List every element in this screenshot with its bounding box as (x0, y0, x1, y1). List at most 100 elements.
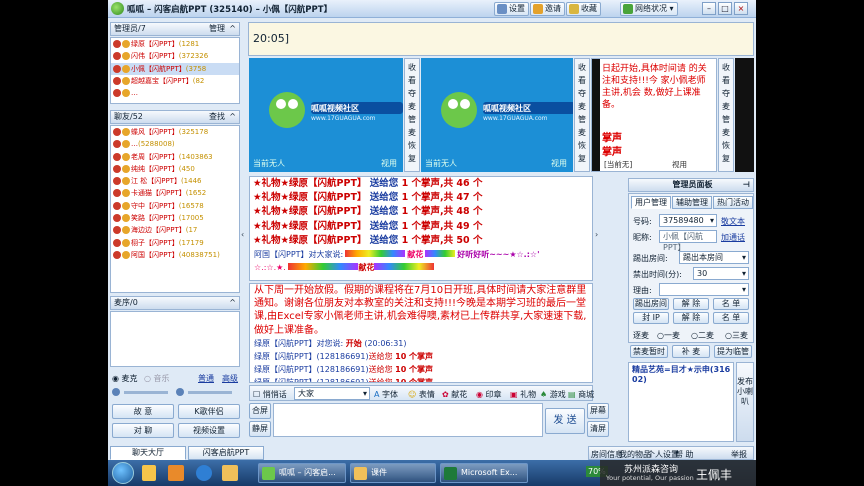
send-button[interactable]: 发 送 (545, 408, 585, 434)
video-settings-button[interactable]: 视频设置 (178, 423, 240, 438)
message-input[interactable] (273, 403, 543, 437)
user-row[interactable]: …(5288008) (111, 138, 239, 150)
user-row[interactable]: 超越嘉宝【闪PPT】(82 (111, 75, 239, 87)
promote-button[interactable]: 提为临管 (714, 345, 752, 358)
karaoke-button[interactable]: K歌伴侣 (178, 404, 240, 419)
minimize-button[interactable]: – (702, 2, 716, 15)
video-side-controls-2[interactable]: 收看夺麦管麦恢复 (574, 58, 590, 172)
user-row[interactable]: 栩子【闪PPT】(17179 (111, 237, 239, 249)
whisper-checkbox[interactable]: ☐ 悄悄话 (253, 389, 287, 400)
video-side-controls-3[interactable]: 收看夺麦管麦恢复 (718, 58, 734, 172)
ad-title[interactable]: 精品艺苑=目才★示申(316 02) (632, 365, 732, 385)
screen-button[interactable]: 屏幕 (587, 403, 609, 419)
mall-button[interactable]: ▤ 商城 (568, 389, 594, 400)
user-row[interactable]: 江 松【闪PPT】(1446 (111, 175, 239, 187)
folder-icon[interactable] (222, 465, 238, 481)
ppt-view[interactable]: 日起开始,具体时间请 的关注和支持!!!今 家小佩老师主讲,机会 数,做好上课准… (591, 58, 717, 172)
ppt-use-button[interactable]: 视用 (672, 159, 687, 170)
video-slot-2[interactable]: 呱呱视频社区 www.17GUAGUA.com 当前无人 视用 (421, 58, 573, 172)
mic2-radio[interactable]: ○二麦 (691, 330, 714, 341)
reason-input[interactable]: ▾ (659, 283, 749, 296)
mic-radio[interactable]: ◉ 麦克 (112, 373, 138, 384)
fill-mic-button[interactable]: 补 麦 (672, 345, 710, 358)
start-button[interactable] (112, 462, 134, 484)
network-status-button[interactable]: 网络状况 ▾ (620, 2, 678, 16)
find-link[interactable]: 查找 (209, 111, 225, 123)
user-row[interactable]: 卡通猫【闪PPT】(1652 (111, 187, 239, 199)
ban-ip-button[interactable]: 封 IP (633, 312, 669, 324)
normal-mode-link[interactable]: 普通 (198, 373, 214, 384)
user-row[interactable]: … (111, 87, 239, 99)
nick-input[interactable]: 小佩【闪航PPT】 (659, 230, 717, 252)
collapse-right-icon[interactable]: › (595, 230, 602, 244)
advanced-link[interactable]: 高级 (222, 373, 238, 384)
footer-tab[interactable]: 举报 (731, 449, 747, 460)
ban-time-input[interactable]: 30 ▾ (693, 267, 749, 280)
favorite-button[interactable]: 收藏 (566, 2, 601, 16)
taskbar-guagua[interactable]: 呱呱 – 闪客启... (258, 463, 346, 483)
ban-list-button[interactable]: 名 单 (713, 312, 749, 324)
stamp-button[interactable]: ◉ 印章 (476, 389, 502, 400)
collapse-icon[interactable]: ^ (229, 297, 236, 309)
mic3-radio[interactable]: ○三麦 (725, 330, 748, 341)
video-side-controls-1[interactable]: 收看夺麦管麦恢复 (404, 58, 420, 172)
user-row[interactable]: 阿国【闪PPT】(40838751) (111, 249, 239, 261)
pinned-office-icon[interactable] (168, 465, 184, 481)
tab-user-manage[interactable]: 用户管理 (631, 196, 671, 209)
user-row[interactable]: 海边边【闪PPT】(17 (111, 224, 239, 236)
private-chat-button[interactable]: 对 聊 (112, 423, 174, 438)
ppt-status-button[interactable]: [当前无] (604, 159, 632, 170)
ban-mic-button[interactable]: 禁麦暂时 (630, 345, 668, 358)
user-row[interactable]: 守中【闪PPT】(16578 (111, 200, 239, 212)
user-row[interactable]: 蝶风【闪PPT】(325178 (111, 126, 239, 138)
music-radio[interactable]: ○ 音乐 (144, 373, 170, 384)
maximize-button[interactable]: □ (718, 2, 732, 15)
collapse-icon[interactable]: ^ (229, 23, 236, 35)
pin-icon[interactable]: ⊣ (743, 179, 750, 191)
taskbar-excel[interactable]: Microsoft Ex... (440, 463, 528, 483)
game-button[interactable]: ♠ 游戏 (540, 389, 566, 400)
user-row[interactable]: 闪伟【闪PPT】(372326 (111, 50, 239, 62)
user-row[interactable]: 绿原【闪PPT】(1281 (111, 38, 239, 50)
kick-select[interactable]: 踢出本房间 ▾ (679, 251, 749, 264)
footer-tab[interactable]: 帮 助 (675, 449, 694, 460)
tab-room[interactable]: 闪客启航PPT (188, 446, 264, 460)
manage-link[interactable]: 管理 (209, 23, 225, 35)
emoji-button[interactable]: ☺ 表情 (408, 389, 435, 400)
kick-out-button[interactable]: 踢出房间 (633, 298, 669, 310)
unkick-button[interactable]: 解 除 (673, 298, 709, 310)
video-slot-1[interactable]: 呱呱视频社区 www.17GUAGUA.com 当前无人 视用 (249, 58, 403, 172)
speaker-volume-slider[interactable] (188, 391, 232, 394)
mic-volume-slider[interactable] (124, 391, 168, 394)
user-row[interactable]: 老周【闪PPT】(1403863 (111, 151, 239, 163)
taskbar-courseware[interactable]: 课件 (350, 463, 436, 483)
add-call-link[interactable]: 加通话 (721, 232, 745, 243)
flower-button[interactable]: ✿ 献花 (442, 389, 467, 400)
user-row[interactable]: 小佩【闪航PPT】(3758 (111, 62, 239, 75)
close-button[interactable]: × (734, 2, 748, 15)
broadcast-horn-button[interactable]: 发布小喇叭 (736, 362, 754, 442)
merge-screen-button[interactable]: 合屏 (249, 403, 271, 419)
kick-list-button[interactable]: 名 单 (713, 298, 749, 310)
tab-assist-manage[interactable]: 辅助管理 (672, 196, 712, 209)
pinned-app-icon[interactable] (142, 465, 156, 481)
video-slot-4[interactable] (735, 58, 754, 172)
font-button[interactable]: A 字体 (374, 389, 398, 400)
settings-button[interactable]: 设置 (494, 2, 529, 16)
ie-icon[interactable] (196, 465, 212, 481)
mic1-radio[interactable]: ○一麦 (657, 330, 680, 341)
tab-hot-events[interactable]: 热门活动 (713, 196, 753, 209)
view-text-link[interactable]: 敬文本 (721, 216, 745, 227)
target-select[interactable]: 大家 ▾ (294, 387, 370, 400)
mute-screen-button[interactable]: 静屏 (249, 421, 271, 437)
collapse-icon[interactable]: ^ (229, 111, 236, 123)
gift-button[interactable]: ▣ 礼物 (510, 389, 536, 400)
user-row[interactable]: 纯纯【闪PPT】(450 (111, 163, 239, 175)
clear-screen-button[interactable]: 清屏 (587, 421, 609, 437)
tab-lobby[interactable]: 聊天大厅 (110, 446, 186, 460)
invite-button[interactable]: 邀请 (530, 2, 565, 16)
collapse-left-icon[interactable]: ‹ (241, 230, 248, 244)
id-input[interactable]: 37589480 ▾ (659, 214, 717, 227)
user-row[interactable]: 笑路【闪PPT】(17005 (111, 212, 239, 224)
broadcast-button[interactable]: 故 意 (112, 404, 174, 419)
